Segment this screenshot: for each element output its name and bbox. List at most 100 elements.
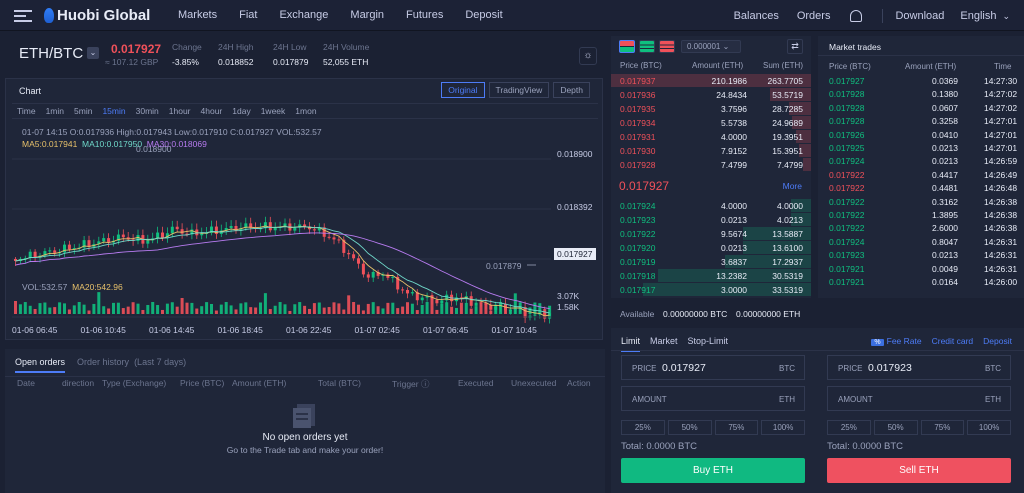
trade-row: 0.017925 0.0213 14:27:01	[818, 142, 1024, 156]
buy-pct-100[interactable]: 100%	[761, 420, 805, 435]
nav-futures[interactable]: Futures	[406, 9, 443, 21]
bid-row[interactable]: 0.017917 3.0000 33.5319	[611, 283, 811, 297]
nav-fiat[interactable]: Fiat	[239, 9, 257, 21]
buy-amount-input[interactable]: AMOUNT ETH	[621, 386, 805, 411]
tf-15min[interactable]: 15min	[102, 104, 125, 118]
sell-pct-100[interactable]: 100%	[967, 420, 1011, 435]
market-trades: Market trades Price (BTC) Amount (ETH) T…	[818, 36, 1024, 298]
sell-pct-50[interactable]: 50%	[873, 420, 918, 435]
sell-amount-input[interactable]: AMOUNT ETH	[827, 386, 1011, 411]
nav-balances[interactable]: Balances	[734, 10, 779, 22]
credit-card-link[interactable]: Credit card	[932, 336, 974, 346]
tf-30min[interactable]: 30min	[136, 104, 159, 118]
buy-pct-75[interactable]: 75%	[714, 420, 759, 435]
chart-tab-depth[interactable]: Depth	[553, 82, 590, 98]
volume-bar	[254, 307, 258, 314]
timeframe-bar: Time 1min 5min 15min 30min 1hour 4hour 1…	[12, 103, 598, 119]
volume-bar	[195, 308, 199, 314]
nav-exchange[interactable]: Exchange	[279, 9, 328, 21]
tab-open-orders[interactable]: Open orders	[15, 357, 66, 373]
buy-pct-50[interactable]: 50%	[667, 420, 712, 435]
trade-row: 0.017921 0.0164 14:26:00	[818, 276, 1024, 290]
chevron-down-icon[interactable]: ⌄	[1002, 11, 1010, 22]
precision-select[interactable]: 0.000001 ⌄	[681, 40, 741, 53]
volume-bar	[445, 302, 449, 314]
candle	[146, 240, 150, 244]
user-icon[interactable]	[850, 10, 863, 22]
tf-5min[interactable]: 5min	[74, 104, 92, 118]
ask-row[interactable]: 0.017931 4.0000 19.3951	[611, 130, 811, 144]
tf-1mon[interactable]: 1mon	[295, 104, 316, 118]
volume-bar	[151, 302, 155, 314]
volume-bar	[92, 303, 96, 314]
fee-rate-link[interactable]: % Fee Rate	[871, 336, 922, 346]
buy-pct-25[interactable]: 25%	[621, 420, 665, 435]
tf-1day[interactable]: 1day	[232, 104, 250, 118]
candle	[440, 300, 444, 304]
more-link[interactable]: More	[783, 181, 802, 191]
tf-1week[interactable]: 1week	[261, 104, 286, 118]
bid-row[interactable]: 0.017919 3.6837 17.2937	[611, 255, 811, 269]
candle	[293, 227, 297, 231]
book-view-bids-icon[interactable]	[639, 40, 655, 53]
sell-button[interactable]: Sell ETH	[827, 458, 1011, 483]
volume-bar	[244, 302, 248, 314]
nav-language[interactable]: English	[960, 10, 996, 22]
bid-row[interactable]: 0.017924 4.0000 4.0000	[611, 199, 811, 213]
nav-divider	[882, 9, 884, 23]
trade-price: 0.017922	[829, 210, 865, 220]
nav-margin[interactable]: Margin	[350, 9, 384, 21]
ask-row[interactable]: 0.017936 24.8434 53.5719	[611, 88, 811, 102]
ask-sum: 28.7285	[772, 104, 803, 114]
ask-row[interactable]: 0.017935 3.7596 28.7285	[611, 102, 811, 116]
theme-toggle-icon[interactable]: ☼	[579, 47, 597, 65]
nav-markets[interactable]: Markets	[178, 9, 217, 21]
volume-bar	[528, 307, 532, 314]
bid-row[interactable]: 0.017923 0.0213 4.0213	[611, 213, 811, 227]
sell-price-input[interactable]: PRICE 0.017923 BTC	[827, 355, 1011, 380]
deposit-link[interactable]: Deposit	[983, 336, 1012, 346]
candle	[332, 237, 336, 240]
volume-bar	[342, 309, 346, 314]
chart-title: Chart	[19, 86, 42, 96]
tf-1min[interactable]: 1min	[46, 104, 64, 118]
trade-time: 14:27:02	[984, 102, 1018, 113]
trade-amount: 0.1380	[932, 89, 958, 100]
trade-row: 0.017922 0.3162 14:26:38	[818, 196, 1024, 210]
pair-dropdown-icon[interactable]: ⌄	[87, 47, 99, 59]
trade-time: 14:27:02	[984, 89, 1018, 100]
tf-time[interactable]: Time	[17, 104, 36, 118]
ask-row[interactable]: 0.017937 210.1986 263.7705	[611, 74, 811, 88]
bid-amount: 3.0000	[721, 285, 747, 295]
brand-logo[interactable]: Huobi Global	[44, 7, 150, 24]
ask-row[interactable]: 0.017934 5.5738 24.9689	[611, 116, 811, 130]
bid-row[interactable]: 0.017922 9.5674 13.5887	[611, 227, 811, 241]
tf-1hour[interactable]: 1hour	[169, 104, 191, 118]
book-view-both-icon[interactable]	[619, 40, 635, 53]
nav-orders[interactable]: Orders	[797, 10, 831, 22]
bid-row[interactable]: 0.017918 13.2382 30.5319	[611, 269, 811, 283]
book-header-price: Price (BTC)	[620, 61, 662, 70]
ask-price: 0.017937	[620, 76, 656, 86]
book-view-asks-icon[interactable]	[659, 40, 675, 53]
ask-row[interactable]: 0.017928 7.4799 7.4799	[611, 158, 811, 172]
last-price-tick: 0.017927	[557, 249, 593, 259]
sell-pct-75[interactable]: 75%	[920, 420, 965, 435]
bid-row[interactable]: 0.017920 0.0213 13.6100	[611, 241, 811, 255]
nav-download[interactable]: Download	[895, 10, 944, 22]
chart-tab-original[interactable]: Original	[441, 82, 485, 98]
swap-icon[interactable]: ⇄	[787, 39, 803, 54]
volume-bar	[499, 302, 503, 314]
pair-name[interactable]: ETH/BTC	[19, 45, 83, 62]
nav-deposit[interactable]: Deposit	[465, 9, 502, 21]
ask-amount: 3.7596	[721, 104, 747, 114]
buy-button[interactable]: Buy ETH	[621, 458, 805, 483]
menu-icon[interactable]	[14, 10, 32, 22]
chart-tab-tradingview[interactable]: TradingView	[488, 82, 550, 98]
sell-pct-25[interactable]: 25%	[827, 420, 871, 435]
ask-row[interactable]: 0.017930 7.9152 15.3951	[611, 144, 811, 158]
buy-price-input[interactable]: PRICE 0.017927 BTC	[621, 355, 805, 380]
candle	[406, 289, 409, 294]
tf-4hour[interactable]: 4hour	[201, 104, 223, 118]
tab-order-history[interactable]: Order history (Last 7 days)	[77, 357, 186, 373]
